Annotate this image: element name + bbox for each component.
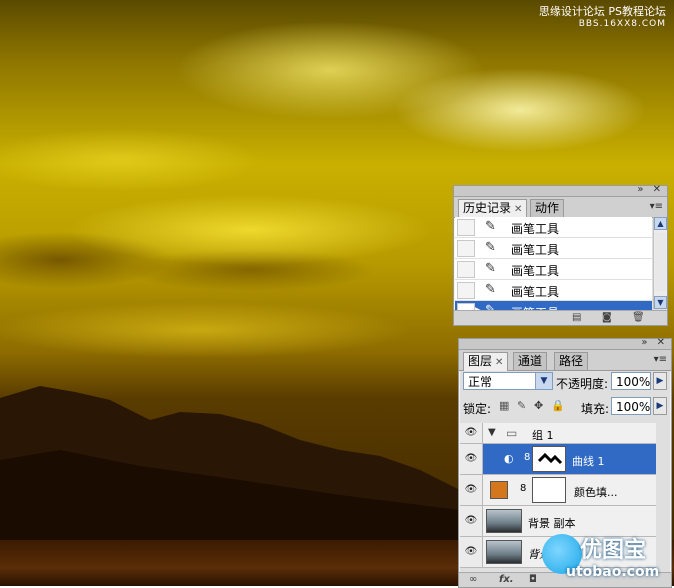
history-item-label: 画笔工具 <box>511 243 560 257</box>
history-toolbar: ▤ ◙ 🗑 <box>454 310 667 325</box>
fill-value: 100% <box>616 400 651 414</box>
snapshot-checkbox[interactable] <box>457 282 475 299</box>
snapshot-checkbox[interactable] <box>457 219 475 236</box>
site-logo: 优图宝 utobao.com <box>528 528 674 586</box>
eye-icon[interactable]: 👁 <box>460 444 483 474</box>
watermark-line1: 思缘设计论坛 PS教程论坛 <box>538 5 666 18</box>
eye-icon[interactable]: 👁 <box>460 506 483 536</box>
lock-pixels-icon[interactable]: ✎ <box>517 399 526 412</box>
chevron-down-icon[interactable]: ▼ <box>535 373 552 389</box>
layer-thumbnail[interactable] <box>486 509 522 533</box>
lock-row: 锁定: ▦ ✎ ✥ 🔒 填充: 100% ▶ <box>459 395 671 419</box>
close-icon[interactable]: ✕ <box>514 204 522 215</box>
adjustment-icon: ◐ <box>504 452 514 465</box>
layer-name: 曲线 1 <box>572 455 605 468</box>
watermark-line2: BBS.16XX8.COM <box>578 19 666 29</box>
logo-url: utobao.com <box>566 564 660 580</box>
scroll-up-icon[interactable]: ▲ <box>654 217 667 230</box>
opacity-slider-button[interactable]: ▶ <box>653 372 667 390</box>
tab-paths[interactable]: 路径 <box>554 352 589 370</box>
fill-label: 填充: <box>581 402 610 416</box>
camera-icon[interactable]: ◙ <box>602 312 612 323</box>
snapshot-checkbox[interactable] <box>457 240 475 257</box>
blend-row: 正常 ▼ 不透明度: 100% ▶ <box>459 370 671 394</box>
link-icon[interactable]: 8 <box>520 483 526 494</box>
brush-icon: ✎ <box>485 240 496 255</box>
tab-actions[interactable]: 动作 <box>530 199 565 217</box>
tab-history-label: 历史记录 <box>463 201 512 215</box>
history-item-label: 画笔工具 <box>511 222 560 236</box>
history-item[interactable]: ✎ 画笔工具 <box>455 280 652 301</box>
tab-paths-label: 路径 <box>559 354 584 368</box>
lock-all-icon[interactable]: 🔒 <box>551 399 565 412</box>
history-list: ✎画笔工具 ✎画笔工具 ✎画笔工具 ✎画笔工具 ▶✎画笔工具 <box>455 217 652 322</box>
tab-channels[interactable]: 通道 <box>513 352 548 370</box>
tab-actions-label: 动作 <box>535 201 560 215</box>
history-tabs: 历史记录 ✕ 动作 ▾≡ <box>454 197 667 218</box>
scroll-thumb[interactable] <box>655 233 666 291</box>
opacity-value: 100% <box>616 375 651 389</box>
lock-position-icon[interactable]: ✥ <box>534 399 543 412</box>
fill-color-swatch[interactable] <box>490 481 508 499</box>
history-item-label: 画笔工具 <box>511 264 560 278</box>
brush-icon: ✎ <box>485 261 496 276</box>
panel-window-buttons[interactable]: » ✕ <box>641 337 668 348</box>
brush-icon: ✎ <box>485 282 496 297</box>
watermark: 思缘设计论坛 PS教程论坛 BBS.16XX8.COM <box>539 6 666 30</box>
layers-titlebar[interactable]: » ✕ <box>459 337 671 350</box>
layer-thumbnail[interactable] <box>486 540 522 564</box>
eye-icon[interactable]: 👁 <box>460 475 483 505</box>
tab-history[interactable]: 历史记录 ✕ <box>458 199 528 218</box>
scroll-down-icon[interactable]: ▼ <box>654 296 667 309</box>
link-icon[interactable]: 8 <box>524 452 530 463</box>
opacity-input[interactable]: 100% <box>611 372 651 390</box>
tab-layers[interactable]: 图层 ✕ <box>463 352 509 371</box>
expand-triangle-icon[interactable]: ▼ <box>488 427 496 438</box>
layer-name: 组 1 <box>532 429 554 442</box>
blend-mode-value: 正常 <box>468 375 493 389</box>
panel-menu-icon[interactable]: ▾≡ <box>650 201 663 212</box>
fill-slider-button[interactable]: ▶ <box>653 397 667 415</box>
layer-curves[interactable]: 👁 ◐ 8 曲线 1 <box>460 444 656 475</box>
tab-layers-label: 图层 <box>468 354 493 368</box>
history-item-label: 画笔工具 <box>511 285 560 299</box>
tab-channels-label: 通道 <box>518 354 543 368</box>
link-layers-icon[interactable]: ∞ <box>469 574 477 585</box>
history-item[interactable]: ✎ 画笔工具 <box>455 259 652 280</box>
layers-tabs: 图层 ✕ 通道 路径 ▾≡ <box>459 350 671 371</box>
panel-menu-icon[interactable]: ▾≡ <box>654 354 667 365</box>
history-scrollbar[interactable]: ▲ ▼ <box>653 217 667 309</box>
layers-list: 👁 ▼ ▭ 组 1 👁 ◐ 8 曲线 1 👁 8 颜色填... 👁 背景 副本 … <box>460 423 656 568</box>
opacity-label: 不透明度: <box>556 377 609 391</box>
layer-mask-thumbnail[interactable] <box>532 477 566 503</box>
layer-color-fill[interactable]: 👁 8 颜色填... <box>460 475 656 506</box>
history-item[interactable]: ✎ 画笔工具 <box>455 217 652 238</box>
history-item[interactable]: ✎ 画笔工具 <box>455 238 652 259</box>
snapshot-checkbox[interactable] <box>457 261 475 278</box>
history-panel: » ✕ 历史记录 ✕ 动作 ▾≡ ✎ 画笔工具 ✎ 画笔工具 ✎ 画笔工具 ✎ 画笔工具 … <box>453 184 668 326</box>
fx-icon[interactable]: fx. <box>499 574 514 585</box>
folder-icon: ▭ <box>506 426 518 440</box>
close-icon[interactable]: ✕ <box>495 357 503 368</box>
lock-transparency-icon[interactable]: ▦ <box>499 399 509 412</box>
blend-mode-select[interactable]: 正常 ▼ <box>463 372 553 390</box>
brush-icon: ✎ <box>485 219 496 234</box>
trash-icon[interactable]: 🗑 <box>632 312 645 323</box>
logo-text: 优图宝 <box>580 538 647 563</box>
eye-icon[interactable]: 👁 <box>460 537 483 567</box>
layer-name: 颜色填... <box>574 486 618 499</box>
layer-group[interactable]: 👁 ▼ ▭ 组 1 <box>460 423 656 444</box>
fill-input[interactable]: 100% <box>611 397 651 415</box>
panel-window-buttons[interactable]: » ✕ <box>637 184 664 195</box>
history-titlebar[interactable]: » ✕ <box>454 184 667 197</box>
eye-icon[interactable]: 👁 <box>460 423 483 443</box>
layer-mask-thumbnail[interactable] <box>532 446 566 472</box>
lock-label: 锁定: <box>463 402 492 416</box>
new-document-icon[interactable]: ▤ <box>572 312 581 323</box>
